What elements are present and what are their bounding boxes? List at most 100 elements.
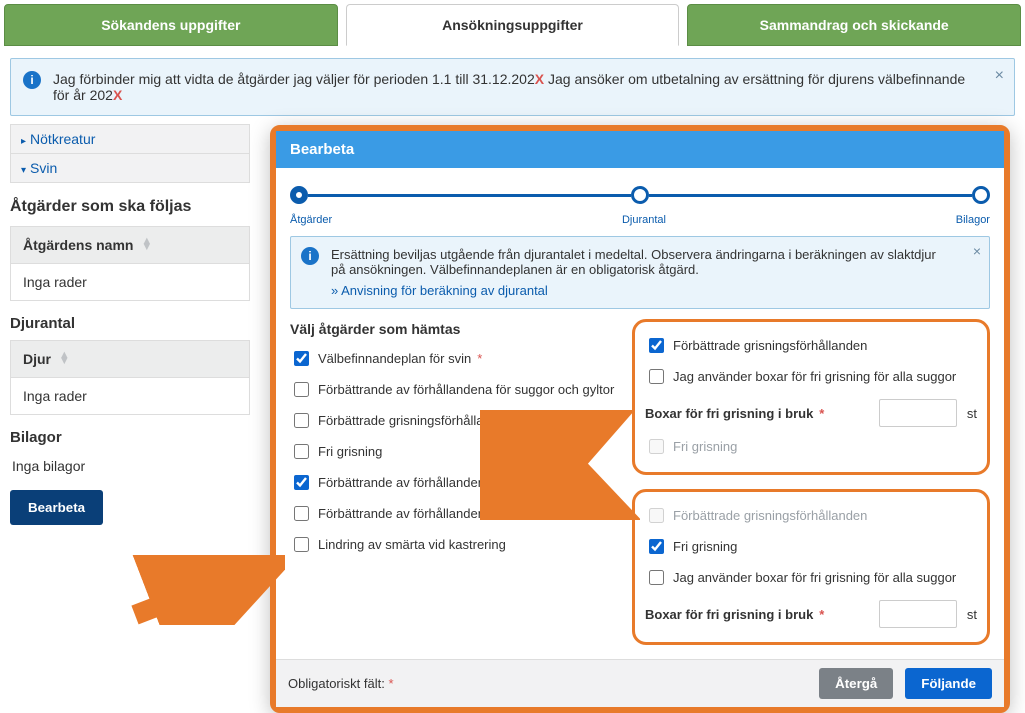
row-free-farrowing-disabled: Fri grisning (645, 431, 977, 462)
caret-right-icon: ▸ (21, 136, 26, 147)
required-mark: * (477, 351, 482, 366)
step-circle-active (290, 186, 308, 204)
info-icon: i (301, 247, 319, 265)
step-actions[interactable] (290, 186, 308, 204)
box-count-input-2[interactable] (879, 600, 957, 628)
info-icon: i (23, 71, 41, 89)
opt-label: Förbättrande av förhållandena för avvand… (318, 475, 600, 490)
sort-icon: ▲▼ (141, 238, 152, 250)
step-attachments[interactable] (972, 186, 990, 204)
opt-weaned[interactable]: Förbättrande av förhållandena för avvand… (290, 467, 620, 498)
opt-slaughter[interactable]: Förbättrande av förhållandena för slakts… (290, 498, 620, 529)
checkbox[interactable] (294, 382, 309, 397)
detail-panels: Förbättrade grisningsförhållanden Jag an… (632, 319, 990, 659)
required-mark: * (819, 406, 824, 421)
row-label: Fri grisning (673, 539, 737, 554)
unit-label: st (967, 406, 977, 421)
step-line (649, 194, 972, 197)
row-box-count-2: Boxar för fri grisning i bruk * st (645, 593, 977, 632)
edit-modal: Bearbeta Åtgärder Djurantal Bilagor i × … (270, 125, 1010, 713)
opt-sows-gilts[interactable]: Förbättrande av förhållandena för suggor… (290, 374, 620, 405)
year-placeholder-2: X (113, 87, 122, 103)
tab-applicant[interactable]: Sökandens uppgifter (4, 4, 338, 46)
checkbox[interactable] (294, 351, 309, 366)
main-tabs: Sökandens uppgifter Ansökningsuppgifter … (0, 0, 1025, 46)
stepper (290, 186, 990, 204)
col-animal: Djur (23, 351, 51, 367)
checkbox[interactable] (294, 413, 309, 428)
opt-label: Förbättrande av förhållandena för slakts… (318, 506, 564, 521)
unit-label: st (967, 607, 977, 622)
row-label: Förbättrade grisningsförhållanden (673, 338, 867, 353)
opt-welfare-plan[interactable]: Välbefinnandeplan för svin * (290, 343, 620, 374)
left-column: ▸Nötkreatur ▾Svin Åtgärder som ska följa… (0, 124, 260, 525)
tab-summary[interactable]: Sammandrag och skickande (687, 4, 1021, 46)
options-list: Välj åtgärder som hämtas Välbefinnandepl… (290, 319, 620, 659)
panel-farrowing-improved: Förbättrade grisningsförhållanden Jag an… (632, 319, 990, 475)
opt-label: Fri grisning (318, 444, 382, 459)
tab-application[interactable]: Ansökningsuppgifter (346, 4, 680, 46)
checkbox[interactable] (294, 444, 309, 459)
step-animals[interactable] (631, 186, 649, 204)
checkbox[interactable] (294, 537, 309, 552)
modal-title: Bearbeta (276, 131, 1004, 168)
step-circle (972, 186, 990, 204)
opt-label: Förbättrade grisningsförhållanden (318, 413, 512, 428)
checkbox[interactable] (649, 539, 664, 554)
close-icon[interactable]: × (995, 67, 1004, 85)
row-label: Jag använder boxar för fri grisning för … (673, 570, 956, 585)
step-circle (631, 186, 649, 204)
opt-farrowing-improved[interactable]: Förbättrade grisningsförhållanden (290, 405, 620, 436)
annotation-arrow-edit (125, 555, 285, 625)
back-button[interactable]: Återgå (819, 668, 893, 699)
checkbox-disabled (649, 439, 664, 454)
opt-label: Lindring av smärta vid kastrering (318, 537, 506, 552)
accordion-cattle[interactable]: ▸Nötkreatur (10, 124, 250, 154)
step-line (308, 194, 631, 197)
checkbox[interactable] (649, 338, 664, 353)
year-placeholder-1: X (535, 71, 544, 87)
step-label-actions: Åtgärder (290, 214, 332, 226)
opt-free-farrowing[interactable]: Fri grisning (290, 436, 620, 467)
checkbox[interactable] (294, 506, 309, 521)
step-label-animals: Djurantal (622, 214, 666, 226)
animals-table-header[interactable]: Djur ▲▼ (10, 340, 250, 378)
sort-icon: ▲▼ (59, 352, 70, 364)
choose-heading: Välj åtgärder som hämtas (290, 321, 620, 337)
row-label: Fri grisning (673, 439, 737, 454)
required-note: Obligatoriskt fält: * (288, 676, 394, 691)
step-label-attachments: Bilagor (956, 214, 990, 226)
actions-table-header[interactable]: Åtgärdens namn ▲▼ (10, 226, 250, 264)
row-label: Boxar för fri grisning i bruk (645, 607, 813, 622)
row-improved-disabled: Förbättrade grisningsförhållanden (645, 500, 977, 531)
no-attachments: Inga bilagor (10, 454, 250, 478)
instructions-link[interactable]: » Anvisning för beräkning av djurantal (331, 283, 548, 298)
animals-no-rows: Inga rader (10, 378, 250, 415)
required-mark: * (819, 607, 824, 622)
checkbox[interactable] (649, 570, 664, 585)
animals-heading: Djurantal (10, 315, 250, 332)
checkbox[interactable] (649, 369, 664, 384)
row-use-boxes[interactable]: Jag använder boxar för fri grisning för … (645, 361, 977, 392)
accordion-swine[interactable]: ▾Svin (10, 153, 250, 183)
row-improved[interactable]: Förbättrade grisningsförhållanden (645, 330, 977, 361)
row-free-farrowing[interactable]: Fri grisning (645, 531, 977, 562)
box-count-input[interactable] (879, 399, 957, 427)
row-use-boxes-2[interactable]: Jag använder boxar för fri grisning för … (645, 562, 977, 593)
close-icon[interactable]: × (973, 243, 981, 259)
attachments-heading: Bilagor (10, 429, 250, 446)
row-label: Förbättrade grisningsförhållanden (673, 508, 867, 523)
info-text-1: Jag förbinder mig att vidta de åtgärder … (53, 71, 535, 87)
opt-castration[interactable]: Lindring av smärta vid kastrering (290, 529, 620, 560)
accordion-swine-label: Svin (30, 160, 57, 176)
panel-free-farrowing: Förbättrade grisningsförhållanden Fri gr… (632, 489, 990, 645)
next-button[interactable]: Följande (905, 668, 992, 699)
modal-footer: Obligatoriskt fält: * Återgå Följande (276, 659, 1004, 707)
modal-info-text: Ersättning beviljas utgående från djuran… (331, 247, 953, 277)
col-action-name: Åtgärdens namn (23, 237, 133, 253)
edit-button[interactable]: Bearbeta (10, 490, 103, 525)
checkbox[interactable] (294, 475, 309, 490)
opt-label: Välbefinnandeplan för svin (318, 351, 471, 366)
actions-no-rows: Inga rader (10, 264, 250, 301)
row-box-count: Boxar för fri grisning i bruk * st (645, 392, 977, 431)
